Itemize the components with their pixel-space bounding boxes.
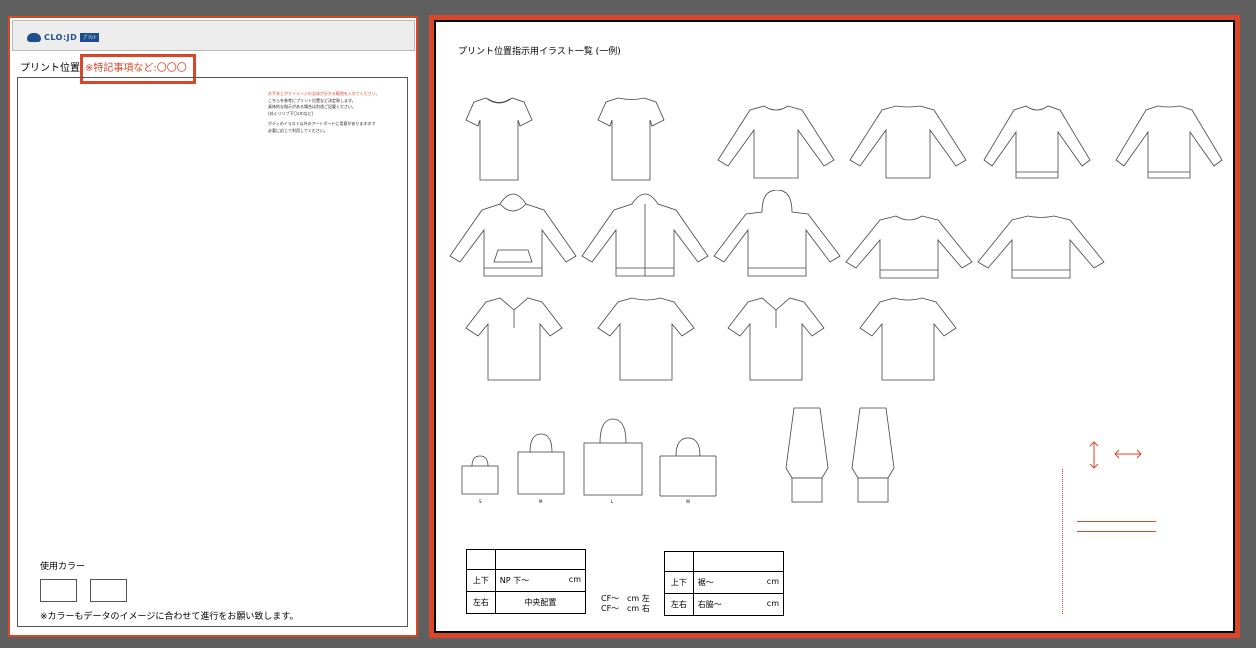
crewneck-front-illustration[interactable] [844,212,974,282]
sleeve-tube-illustration[interactable] [848,404,898,504]
cf-direction: cm 右 [627,604,650,613]
table-unit: cm [766,577,779,586]
table-row-head: 左右 [664,593,694,616]
bag-size-label: W [686,499,690,504]
cloud-icon [27,33,41,42]
table-cell [664,551,694,572]
table-value: 右脇～ [697,600,722,609]
board-title: プリント位置指示用イラスト一覧 (一例) [458,47,621,57]
bag-size-label: S [479,499,482,504]
color-swatch[interactable] [40,579,77,602]
logo-text: CLO:JD [44,33,78,42]
guide-line[interactable] [1077,531,1156,532]
table-unit: cm [766,599,779,608]
hoodie-back-illustration[interactable] [712,190,842,280]
table-value[interactable]: 中央配置 [494,591,587,614]
tote-bag-m-illustration[interactable] [516,430,566,496]
tote-bag-l-illustration[interactable] [582,417,644,497]
table-cell [692,551,785,572]
table-cell[interactable]: 裾～ cm [692,571,785,594]
instructions: お手本上がりイメージの全体が分かる範囲を入れてください。 こちらを参考にプリント… [268,91,406,134]
tshirt-back-illustration[interactable] [596,94,666,184]
color-swatch[interactable] [90,579,127,602]
cf-note: CF～ [601,604,620,613]
sweat-back-illustration[interactable] [1114,102,1224,182]
tote-bag-s-illustration[interactable] [460,454,500,496]
polo-back-alt-illustration[interactable] [858,294,958,384]
dotted-guide-line[interactable] [1062,469,1063,614]
table-row-head: 上下 [664,571,694,594]
tshirt-front-illustration[interactable] [464,94,534,184]
position-spec-table: 上下 NP 下～ cm 左右 中央配置 [466,549,587,614]
bag-size-label: L [611,499,614,504]
table-row-head: 左右 [466,591,496,614]
position-spec-table: 上下 裾～ cm 左右 右脇～ cm [664,551,785,616]
polo-back-illustration[interactable] [596,294,696,384]
table-value: 裾～ [697,578,714,587]
table-unit: cm [568,575,581,584]
table-cell[interactable]: 右脇～ cm [692,593,785,616]
table-value: NP 下～ [499,576,530,585]
logo-badge: ﾌﾟﾘﾝﾄ [80,33,99,42]
longsleeve-front-illustration[interactable] [716,102,836,182]
illustration-board: プリント位置指示用イラスト一覧 (一例) S M L W 上下 NP 下～ cm… [434,20,1235,633]
instruction-line: 必要に応じて利用してください。 [268,127,328,133]
logo: CLO:JD ﾌﾟﾘﾝﾄ [27,33,99,42]
special-notes[interactable]: ※特記事項など:〇〇〇 [85,59,187,74]
guide-line[interactable] [1077,521,1156,522]
table-cell [466,549,496,570]
table-row-head: 上下 [466,569,496,592]
longsleeve-back-illustration[interactable] [848,102,968,182]
color-note: ※カラーもデータのイメージに合わせて進行をお願い致します。 [40,612,299,622]
table-cell[interactable]: NP 下～ cm [494,569,587,592]
left-artboard[interactable]: CLO:JD ﾌﾟﾘﾝﾄ プリント位置 ※特記事項など:〇〇〇 お手本上がりイメ… [8,16,418,637]
colors-used-label: 使用カラー [40,562,86,572]
print-position-label: プリント位置 [20,63,80,74]
crewneck-back-illustration[interactable] [976,212,1106,282]
print-canvas-frame[interactable] [17,77,408,627]
sweat-front-illustration[interactable] [982,102,1092,182]
hoodie-front-illustration[interactable] [448,190,578,280]
sleeve-tube-illustration[interactable] [782,404,832,504]
table-cell [494,549,587,570]
tote-bag-w-illustration[interactable] [658,436,718,498]
right-artboard[interactable]: プリント位置指示用イラスト一覧 (一例) S M L W 上下 NP 下～ cm… [429,15,1240,638]
polo-front-illustration[interactable] [464,294,564,384]
polo-front-alt-illustration[interactable] [726,294,826,384]
header-bar: CLO:JD ﾌﾟﾘﾝﾄ [12,20,415,51]
bag-size-label: M [539,499,543,504]
vertical-arrow-icon[interactable] [1088,440,1100,470]
horizontal-arrow-icon[interactable] [1113,448,1143,460]
zip-hoodie-front-illustration[interactable] [580,190,710,280]
